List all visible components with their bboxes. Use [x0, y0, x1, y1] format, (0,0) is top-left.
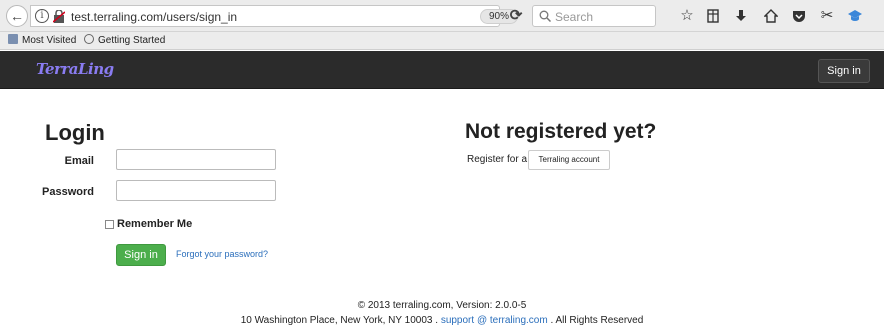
url-text: test.terraling.com/users/sign_in [71, 10, 238, 24]
support-email-link[interactable]: support @ terraling.com [441, 315, 548, 326]
search-icon [539, 10, 551, 22]
bookmarks-bar: Most Visited Getting Started [0, 32, 884, 50]
nav-sign-in-button[interactable]: Sign in [818, 59, 870, 83]
sign-in-button[interactable]: Sign in [116, 244, 166, 266]
forgot-password-link[interactable]: Forgot your password? [176, 249, 268, 259]
search-input[interactable]: Search [532, 5, 656, 27]
remember-me-checkbox[interactable] [105, 220, 114, 229]
password-label: Password [42, 186, 94, 198]
reading-list-icon[interactable] [704, 7, 722, 25]
browser-toolbar: ← i test.terraling.com/users/sign_in 90%… [0, 0, 884, 32]
pocket-icon[interactable] [790, 7, 808, 25]
insecure-lock-icon [53, 10, 65, 23]
register-prompt: Register for a [467, 154, 528, 165]
back-arrow-icon: ← [10, 8, 24, 24]
reload-button[interactable]: ⟳ [505, 5, 527, 27]
folder-icon [8, 34, 18, 44]
reload-icon: ⟳ [509, 7, 523, 24]
register-heading: Not registered yet? [465, 120, 657, 143]
screenshot-tool-icon[interactable]: ✂ [818, 7, 836, 25]
download-icon[interactable] [732, 7, 750, 25]
bookmark-star-icon[interactable]: ☆ [678, 7, 696, 25]
register-account-button[interactable]: Terraling account [528, 150, 610, 170]
extension-icon[interactable] [846, 7, 864, 25]
back-button[interactable]: ← [6, 5, 28, 27]
home-icon[interactable] [762, 7, 780, 25]
footer-address-line: 10 Washington Place, New York, NY 10003 … [0, 315, 884, 326]
search-placeholder: Search [555, 10, 594, 24]
email-label: Email [64, 155, 94, 167]
footer-address: 10 Washington Place, New York, NY 10003 … [240, 315, 439, 326]
login-heading: Login [45, 120, 105, 145]
email-field[interactable] [116, 149, 276, 170]
bookmark-getting-started[interactable]: Getting Started [84, 34, 165, 46]
remember-me-label[interactable]: Remember Me [117, 218, 192, 230]
footer-rights: . All Rights Reserved [550, 315, 644, 326]
firefox-globe-icon [84, 34, 94, 44]
url-bar[interactable]: i test.terraling.com/users/sign_in 90% [30, 5, 519, 27]
site-navbar: TerraLing Sign in [0, 51, 884, 89]
bookmark-most-visited[interactable]: Most Visited [8, 34, 76, 46]
brand-logo[interactable]: TerraLing [36, 60, 114, 78]
password-field[interactable] [116, 180, 276, 201]
info-icon[interactable]: i [35, 9, 49, 23]
footer-copyright: © 2013 terraling.com, Version: 2.0.0-5 [357, 300, 527, 311]
